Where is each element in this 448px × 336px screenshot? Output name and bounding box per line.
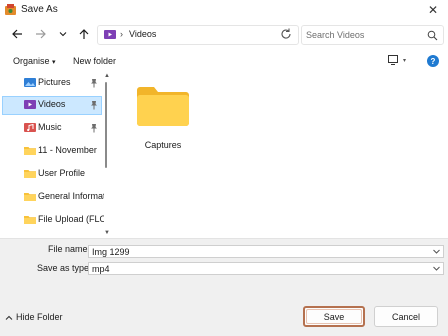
help-button[interactable]: ? xyxy=(427,55,439,67)
pictures-icon xyxy=(24,78,36,87)
title-bar: Save As ✕ xyxy=(0,0,448,20)
folder-icon xyxy=(24,147,36,155)
hide-folders-toggle[interactable]: Hide Folder xyxy=(5,312,63,322)
scroll-down-icon[interactable]: ▼ xyxy=(104,230,110,236)
sidebar-item-file-upload[interactable]: File Upload (FLO xyxy=(2,211,104,230)
save-label: Save xyxy=(323,311,345,322)
up-button[interactable] xyxy=(77,27,91,41)
main-area: Pictures Videos Music 11 - November User… xyxy=(0,72,448,238)
search-icon xyxy=(427,30,438,41)
search-input[interactable]: Search Videos xyxy=(301,25,444,45)
hide-folder-label: Hide Folder xyxy=(16,312,63,322)
navigation-bar: › Videos Search Videos xyxy=(0,20,448,50)
dialog-footer: Hide Folder Save Cancel xyxy=(0,278,448,336)
pin-icon[interactable] xyxy=(90,123,98,133)
chevron-down-icon: ▾ xyxy=(52,59,56,66)
file-fields: File name: Img 1299 Save as type: mp4 xyxy=(0,238,448,278)
save-as-type-select[interactable]: mp4 xyxy=(88,262,444,275)
arrow-up-icon xyxy=(79,29,89,39)
arrow-right-icon xyxy=(36,29,46,39)
file-name-label: File name: xyxy=(48,244,91,254)
chevron-up-icon xyxy=(5,315,13,320)
pin-icon[interactable] xyxy=(90,78,98,88)
navigation-pane: Pictures Videos Music 11 - November User… xyxy=(0,72,104,238)
sidebar-item-videos[interactable]: Videos xyxy=(2,96,102,115)
folder-icon xyxy=(137,87,189,126)
arrow-left-icon xyxy=(12,29,22,39)
sidebar-item-pictures[interactable]: Pictures xyxy=(2,74,102,93)
view-options-icon[interactable] xyxy=(388,55,400,65)
folder-icon xyxy=(24,170,36,178)
sidebar-item-label: User Profile xyxy=(38,168,86,178)
sidebar-item-user-profile[interactable]: User Profile xyxy=(2,165,102,184)
folder-icon xyxy=(24,193,36,201)
close-icon: ✕ xyxy=(427,3,439,17)
scrollbar-thumb[interactable] xyxy=(105,82,107,168)
sidebar-item-general-information[interactable]: General Informat xyxy=(2,188,104,207)
folder-name: Captures xyxy=(144,140,182,150)
sidebar-item-label: General Informat xyxy=(38,191,104,201)
new-folder-button[interactable]: New folder xyxy=(73,56,116,66)
save-as-type-label: Save as type: xyxy=(37,263,92,273)
sidebar-item-label: 11 - November xyxy=(38,145,97,155)
sidebar-item-label: Music xyxy=(38,122,62,132)
file-name-field[interactable]: Img 1299 xyxy=(88,245,444,258)
folder-icon xyxy=(24,216,36,224)
close-button[interactable]: ✕ xyxy=(418,0,448,20)
pin-icon[interactable] xyxy=(90,100,98,110)
window-title: Save As xyxy=(21,4,58,15)
videos-icon xyxy=(24,100,36,109)
sidebar-item-label: Pictures xyxy=(38,77,71,87)
videos-icon xyxy=(104,30,116,39)
recent-locations-button[interactable] xyxy=(56,27,70,41)
chevron-down-icon[interactable] xyxy=(432,264,441,273)
chevron-down-icon[interactable]: ▾ xyxy=(403,57,406,64)
file-name-value: Img 1299 xyxy=(92,247,130,257)
save-as-type-value: mp4 xyxy=(92,264,110,274)
breadcrumb-separator: › xyxy=(120,29,123,39)
sidebar-item-label: Videos xyxy=(38,99,66,109)
sidebar-item-label: File Upload (FLO xyxy=(38,214,104,224)
file-list: Captures xyxy=(112,72,448,238)
cancel-button[interactable]: Cancel xyxy=(374,306,438,327)
sidebar-item-music[interactable]: Music xyxy=(2,119,102,138)
help-icon: ? xyxy=(430,56,436,66)
save-button[interactable]: Save xyxy=(303,306,365,327)
back-button[interactable] xyxy=(10,27,24,41)
sidebar-scrollbar[interactable]: ▲ ▼ xyxy=(104,72,110,238)
chevron-down-icon xyxy=(59,32,67,37)
organise-label: Organise xyxy=(13,56,50,66)
forward-button[interactable] xyxy=(34,27,48,41)
cancel-label: Cancel xyxy=(391,311,420,322)
refresh-icon[interactable] xyxy=(279,27,293,41)
app-icon xyxy=(5,4,16,15)
chevron-down-icon[interactable] xyxy=(432,247,441,256)
folder-item-captures[interactable]: Captures xyxy=(134,80,192,154)
music-icon xyxy=(24,123,36,132)
breadcrumb-videos[interactable]: Videos xyxy=(129,29,156,39)
command-toolbar: Organise ▾ New folder ▾ ? xyxy=(0,50,448,72)
sidebar-item-november[interactable]: 11 - November xyxy=(2,142,102,161)
search-placeholder: Search Videos xyxy=(306,30,365,40)
organise-button[interactable]: Organise ▾ xyxy=(13,56,56,66)
address-bar[interactable]: › Videos xyxy=(97,25,366,45)
scroll-up-icon[interactable]: ▲ xyxy=(104,73,110,79)
